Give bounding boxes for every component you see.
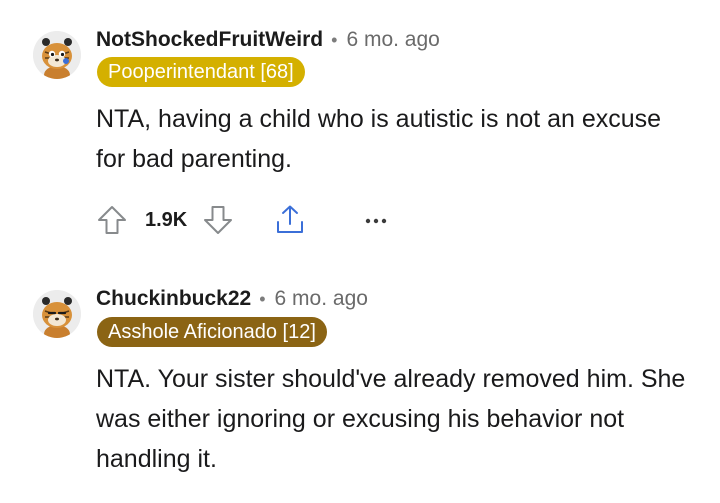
comment-body: NTA, having a child who is autistic is n… [96, 105, 662, 173]
avatar[interactable] [33, 290, 81, 338]
comment-header: NotShockedFruitWeird • 6 mo. ago [96, 28, 440, 52]
username[interactable]: Chuckinbuck22 [96, 287, 251, 311]
comment-actions: 1.9K [96, 203, 388, 237]
timestamp: 6 mo. ago [346, 28, 440, 51]
share-icon [277, 205, 304, 233]
snoo-avatar-icon [33, 31, 81, 79]
upvote-button[interactable] [96, 203, 128, 237]
separator-dot: • [259, 289, 266, 309]
avatar[interactable] [33, 31, 81, 79]
arrow-up-outline-icon [98, 206, 126, 234]
username[interactable]: NotShockedFruitWeird [96, 28, 323, 52]
separator-dot: • [331, 30, 338, 50]
timestamp: 6 mo. ago [274, 287, 368, 310]
comment-body: NTA. Your sister should've already remov… [96, 365, 686, 473]
comment: Chuckinbuck22 • 6 mo. ago Asshole Aficio… [0, 260, 720, 503]
vote-score: 1.9K [145, 208, 188, 231]
comment: NotShockedFruitWeird • 6 mo. ago Pooperi… [0, 0, 720, 260]
more-options-button[interactable] [364, 203, 388, 237]
comment-header: Chuckinbuck22 • 6 mo. ago [96, 287, 368, 311]
share-button[interactable] [274, 203, 306, 237]
snoo-avatar-icon [33, 290, 81, 338]
user-flair: Asshole Aficionado [12] [97, 317, 327, 347]
downvote-button[interactable] [202, 203, 234, 237]
user-flair: Pooperintendant [68] [97, 57, 305, 87]
arrow-down-outline-icon [204, 206, 233, 234]
ellipsis-icon [366, 218, 387, 224]
